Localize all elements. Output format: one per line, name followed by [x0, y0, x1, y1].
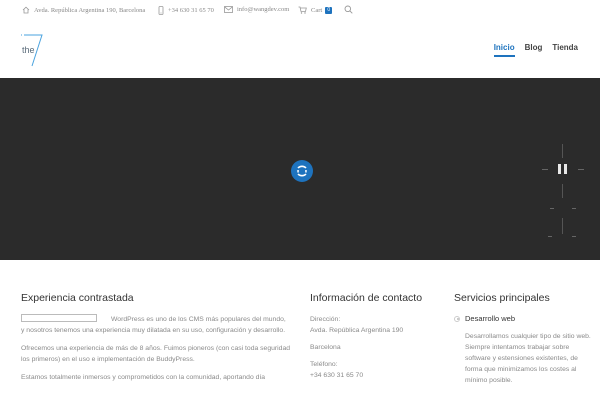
experience-paragraph-3: Estamos totalmente inmersos y comprometi… [21, 374, 266, 381]
services-title: Servicios principales [454, 292, 550, 304]
experience-section: Experiencia contrastada WordPress es uno… [21, 292, 291, 390]
phone-label: Teléfono: [310, 361, 338, 368]
wordpress-image-placeholder [21, 314, 97, 322]
slider-nav-dash-left [542, 169, 548, 170]
cart-icon [298, 6, 307, 14]
search-icon [344, 5, 353, 14]
topbar-phone-text: +34 630 31 65 70 [168, 7, 214, 14]
address-line-1: Avda. República Argentina 190 [310, 327, 404, 334]
topbar-email[interactable]: info@wangdev.com [224, 6, 289, 13]
services-section: Servicios principales Desarrollo web Des… [454, 292, 594, 386]
slider-nav-dash-3 [572, 208, 576, 209]
top-bar: Avda. República Argentina 190, Barcelona… [0, 0, 600, 22]
hero-slider [0, 78, 600, 260]
pause-bar-right [564, 164, 567, 174]
nav-item-blog[interactable]: Blog [525, 43, 543, 57]
main-nav: Inicio Blog Tienda [493, 43, 578, 57]
nav-item-inicio[interactable]: Inicio [493, 43, 515, 57]
loading-spinner [291, 160, 313, 182]
slider-nav-line-top [562, 144, 563, 158]
search-button[interactable] [344, 5, 357, 14]
topbar-address-text: Avda. República Argentina 190, Barcelona [34, 6, 146, 14]
logo-text: the [22, 45, 35, 55]
mail-icon [224, 6, 233, 13]
topbar-phone: +34 630 31 65 70 [158, 6, 214, 15]
topbar-cart[interactable]: Cart 0 [298, 6, 333, 14]
pause-button[interactable] [558, 164, 568, 174]
service-item-web[interactable]: Desarrollo web [454, 314, 594, 323]
address-line-2: Barcelona [310, 344, 341, 351]
service-item-text: Desarrollamos cualquier tipo de sitio we… [465, 333, 591, 384]
slider-nav-dash-4 [548, 236, 552, 237]
slider-nav-line-bottom [562, 218, 563, 234]
experience-paragraph-1: WordPress es uno de los CMS más populare… [21, 314, 291, 336]
experience-title: Experiencia contrastada [21, 292, 134, 304]
contact-section: Información de contacto Dirección: Avda.… [310, 292, 440, 387]
spinner-icon [297, 165, 307, 177]
pause-bar-left [558, 164, 561, 174]
phone-icon [158, 6, 164, 15]
slider-nav-line-mid [562, 184, 563, 198]
service-bullet-icon [454, 315, 460, 322]
phone-value: +34 630 31 65 70 [310, 372, 364, 379]
experience-paragraph-2: Ofrecemos una experiencia de más de 8 añ… [21, 345, 291, 363]
topbar-email-text[interactable]: info@wangdev.com [237, 6, 289, 13]
address-label: Dirección: [310, 316, 341, 323]
service-item-title[interactable]: Desarrollo web [465, 314, 515, 323]
slider-nav-dash-2 [550, 208, 554, 209]
slider-nav-dash-5 [572, 236, 576, 237]
site-header: the Inicio Blog Tienda [0, 22, 600, 78]
site-logo[interactable]: the [18, 32, 48, 68]
contact-title: Información de contacto [310, 292, 423, 304]
cart-count-badge: 0 [325, 6, 333, 14]
cart-label[interactable]: Cart [311, 7, 322, 14]
nav-item-tienda[interactable]: Tienda [552, 43, 578, 57]
home-icon [22, 6, 30, 14]
topbar-address: Avda. República Argentina 190, Barcelona [22, 6, 145, 14]
slider-nav-dash-right [578, 169, 584, 170]
